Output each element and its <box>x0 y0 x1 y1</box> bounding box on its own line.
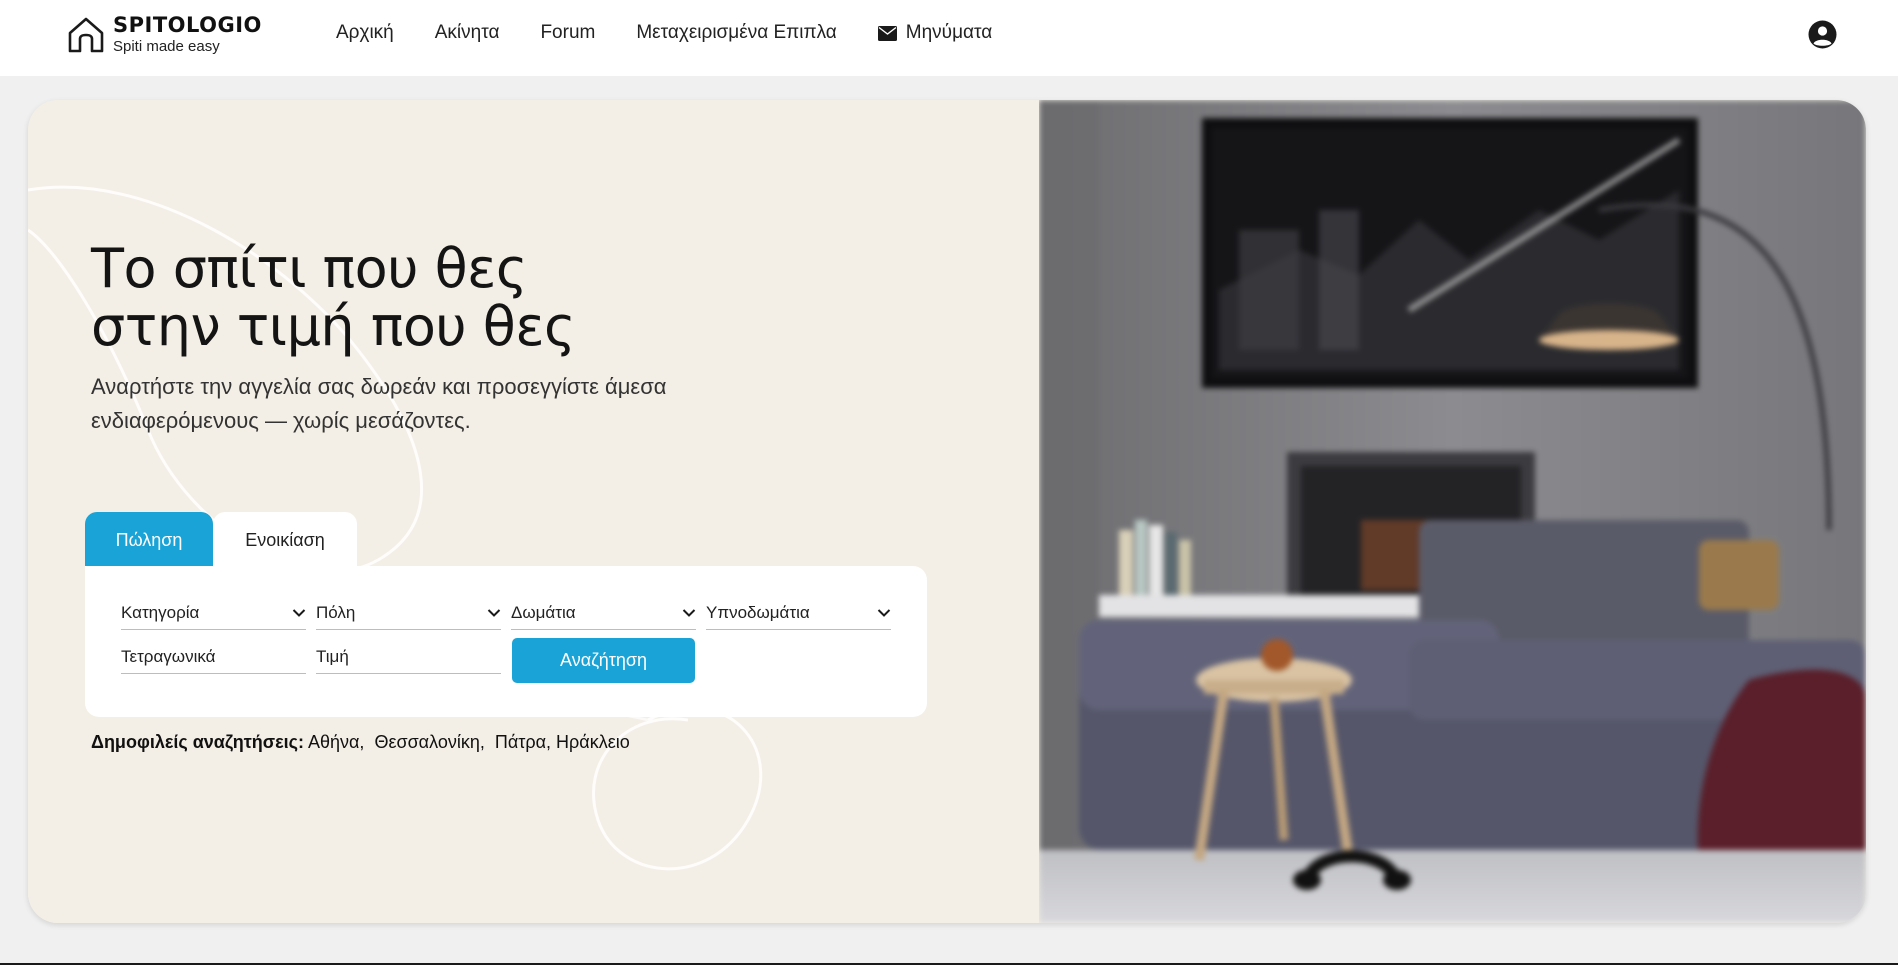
chevron-down-icon <box>487 608 501 617</box>
popular-city-link[interactable]: Αθήνα, <box>308 732 364 752</box>
city-select[interactable]: Πόλη <box>316 596 501 630</box>
nav-item-properties[interactable]: Ακίνητα <box>435 22 500 44</box>
chevron-down-icon <box>682 608 696 617</box>
living-room-photo <box>1039 100 1866 923</box>
hero-headline: Το σπίτι που θες στην τιμή που θες <box>91 237 576 358</box>
main-nav: Αρχική Ακίνητα Forum Μεταχειρισμένα Επιπ… <box>336 22 1033 44</box>
hero-content-panel: Το σπίτι που θες στην τιμή που θες Αναρτ… <box>28 100 1039 923</box>
chevron-down-icon <box>877 608 891 617</box>
price-input-wrap <box>316 640 501 674</box>
nav-item-used-furniture[interactable]: Μεταχειρισμένα Επιπλα <box>636 22 836 44</box>
hero-headline-line-1: Το σπίτι που θες <box>91 237 528 300</box>
brand-tagline: Spiti made easy <box>113 37 220 55</box>
bedrooms-select-value: Υπνοδωμάτια <box>706 602 810 622</box>
area-input-wrap <box>121 640 306 674</box>
popular-city-link[interactable]: Ηράκλειο <box>556 732 630 752</box>
hero-subline: Αναρτήστε την αγγελία σας δωρεάν και προ… <box>91 374 667 433</box>
search-panel: Κατηγορία Πόλη Δωμάτια Υπνοδωμάτια Αναζ <box>85 566 927 717</box>
top-navbar: SPITOLOGIO Spiti made easy Αρχική Ακίνητ… <box>0 0 1898 76</box>
tab-sale[interactable]: Πώληση <box>85 512 213 568</box>
house-icon <box>68 17 104 53</box>
bedrooms-select[interactable]: Υπνοδωμάτια <box>706 596 891 630</box>
rooms-select[interactable]: Δωμάτια <box>511 596 696 630</box>
user-circle-icon[interactable] <box>1808 20 1837 49</box>
nav-item-messages[interactable]: Μηνύματα <box>877 22 993 44</box>
envelope-icon <box>877 25 897 41</box>
nav-item-home[interactable]: Αρχική <box>336 22 394 44</box>
brand-logo-link[interactable]: SPITOLOGIO Spiti made easy <box>66 14 262 54</box>
rooms-select-value: Δωμάτια <box>511 602 576 622</box>
nav-item-forum[interactable]: Forum <box>540 22 595 44</box>
popular-city-link[interactable]: Θεσσαλονίκη, <box>374 732 484 752</box>
hero-card: Το σπίτι που θες στην τιμή που θες Αναρτ… <box>28 100 1866 923</box>
popular-searches: Δημοφιλείς αναζητήσεις: Αθήνα, Θεσσαλονί… <box>91 732 630 753</box>
city-select-value: Πόλη <box>316 602 356 622</box>
hero-headline-line-2: στην τιμή που θες <box>91 295 576 358</box>
popular-searches-label: Δημοφιλείς αναζητήσεις: <box>91 732 304 752</box>
hero-image-living-room <box>1039 100 1866 923</box>
area-input[interactable] <box>121 646 306 667</box>
brand-name: SPITOLOGIO <box>113 12 262 37</box>
tab-rent[interactable]: Ενοικίαση <box>213 512 357 568</box>
category-select-value: Κατηγορία <box>121 602 200 622</box>
category-select[interactable]: Κατηγορία <box>121 596 306 630</box>
price-input[interactable] <box>316 646 501 667</box>
search-button[interactable]: Αναζήτηση <box>512 638 695 683</box>
popular-city-link[interactable]: Πάτρα, <box>495 732 551 752</box>
nav-item-messages-label: Μηνύματα <box>905 22 993 43</box>
chevron-down-icon <box>292 608 306 617</box>
